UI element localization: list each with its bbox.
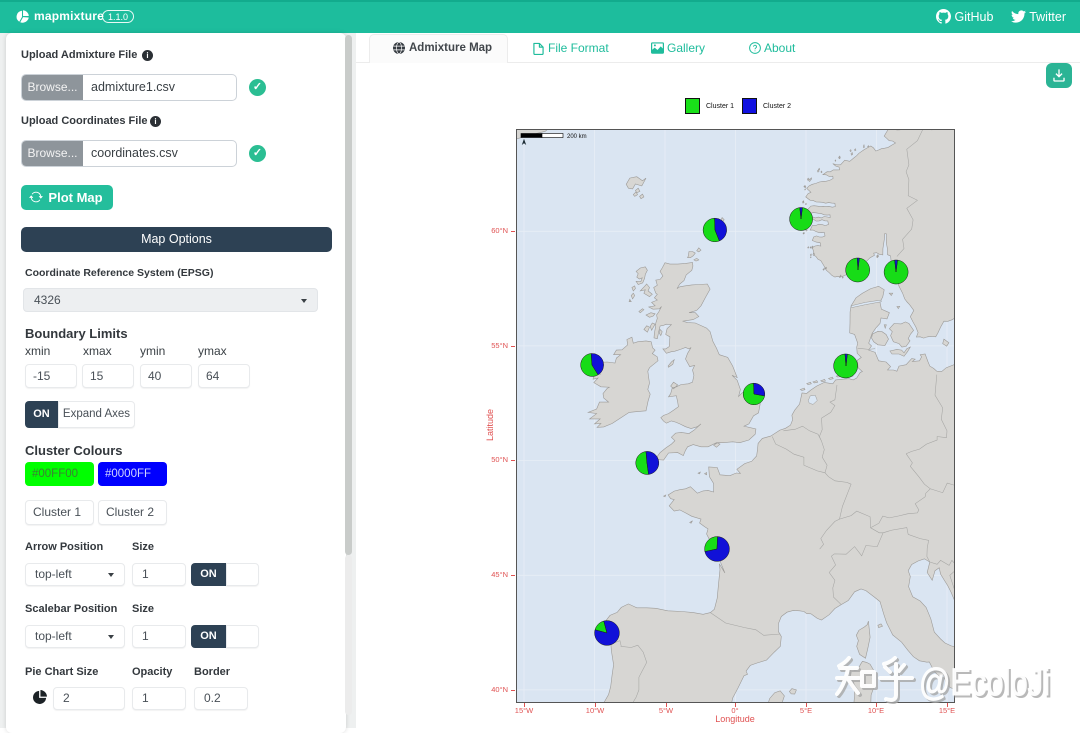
svg-text:200 km: 200 km — [567, 134, 587, 140]
